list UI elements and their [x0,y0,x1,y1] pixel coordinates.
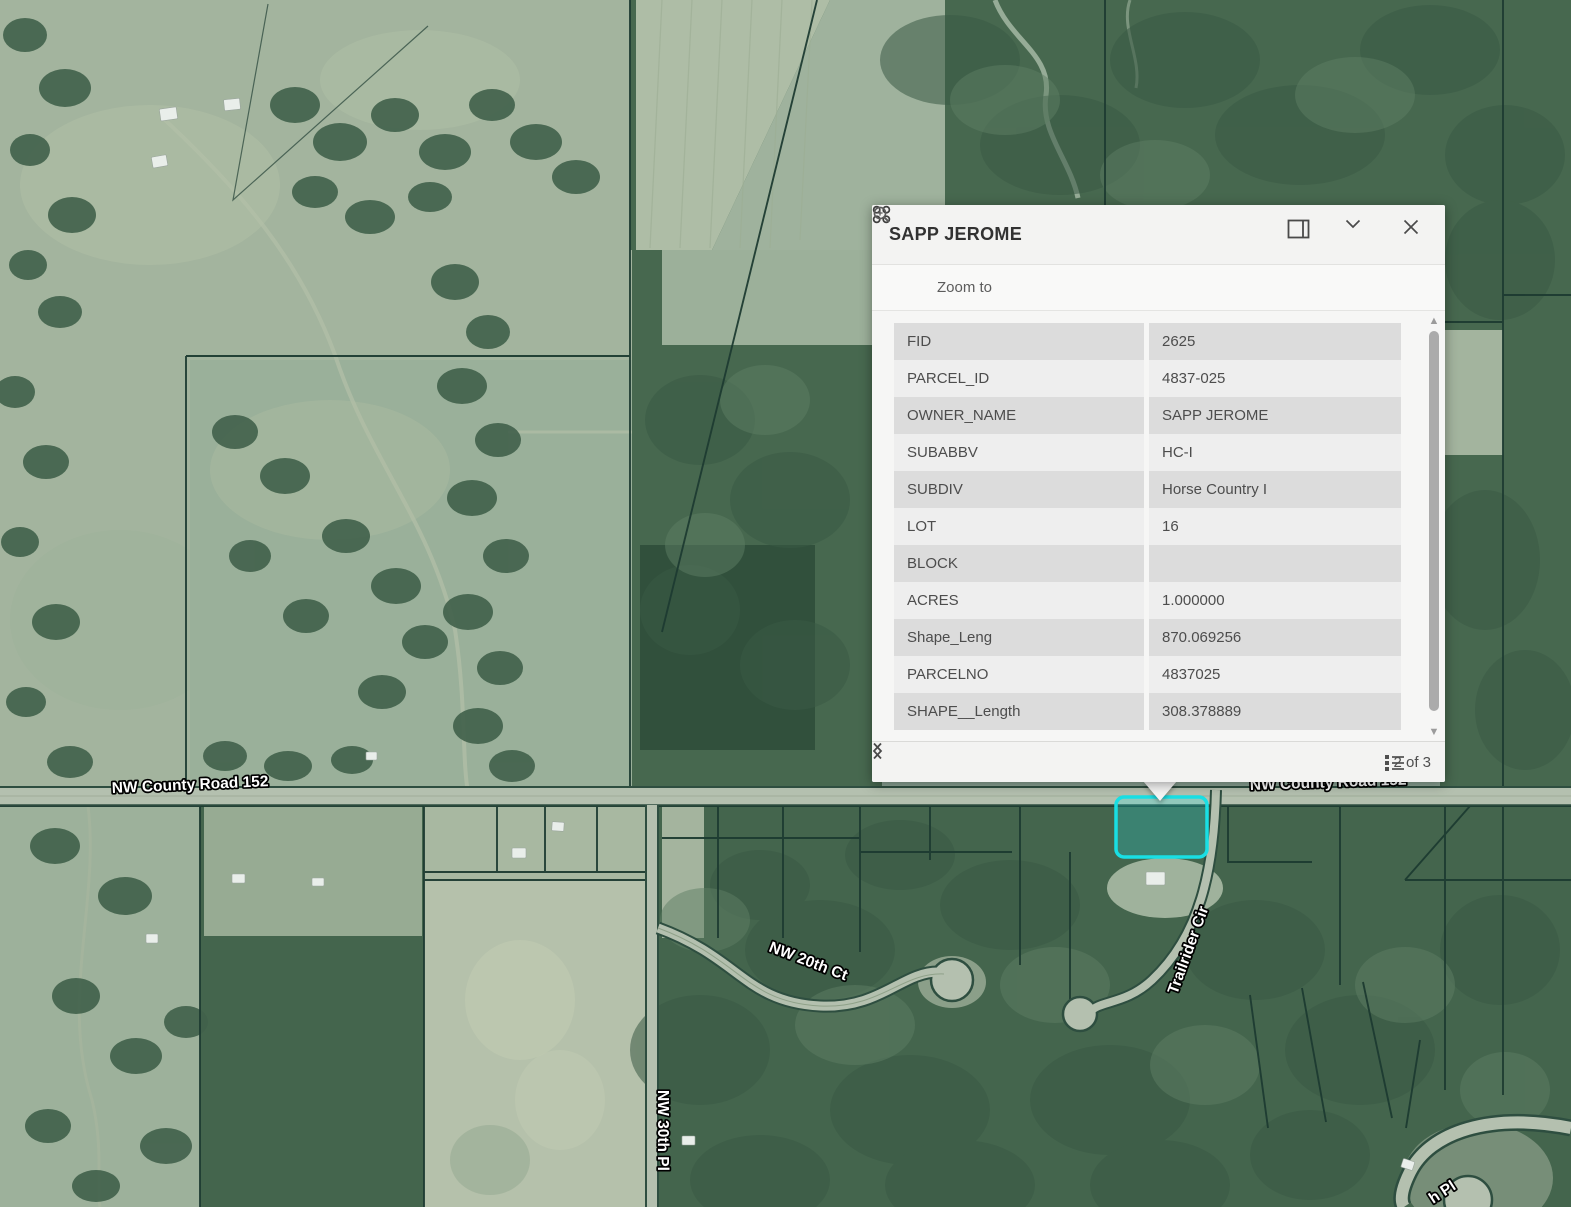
field-value: Horse Country I [1149,471,1401,508]
scrollbar-thumb[interactable] [1429,331,1439,711]
feature-menu-icon[interactable] [880,271,914,305]
table-row: Shape_Leng 870.069256 [894,619,1401,656]
field-label: ACRES [894,582,1144,619]
feature-popup: SAPP JEROME [872,205,1445,782]
field-value: 1.000000 [1149,582,1401,619]
map-viewport[interactable]: NW County Road 152 NW County Road 152 NW… [0,0,1571,1207]
field-value: 4837-025 [1149,360,1401,397]
popup-title: SAPP JEROME [889,224,1022,245]
field-label: LOT [894,508,1144,545]
zoom-to-label: Zoom to [937,279,992,296]
field-value: 2625 [1149,323,1401,360]
field-value [1149,545,1401,582]
table-row: BLOCK [894,545,1401,582]
scroll-up-icon[interactable]: ▲ [1427,315,1441,327]
field-label: FID [894,323,1144,360]
zoom-to-button[interactable]: Zoom to [922,271,998,305]
chevron-down-icon[interactable] [1345,219,1375,249]
popup-footer: 2 of 3 [872,741,1445,782]
popup-scrollbar: ▲ ▼ [1426,313,1442,740]
field-label: SUBABBV [894,434,1144,471]
field-label: PARCEL_ID [894,360,1144,397]
field-value: 870.069256 [1149,619,1401,656]
popup-callout-pointer [1143,781,1177,801]
field-value: 308.378889 [1149,693,1401,730]
scroll-down-icon[interactable]: ▼ [1427,726,1441,738]
popup-action-bar: Zoom to [872,265,1445,311]
field-value: HC-I [1149,434,1401,471]
table-row: SHAPE__Length 308.378889 [894,693,1401,730]
close-icon[interactable] [1403,219,1433,249]
next-feature-icon[interactable] [908,747,938,777]
field-label: BLOCK [894,545,1144,582]
field-label: SHAPE__Length [894,693,1144,730]
dock-icon[interactable] [1287,219,1317,249]
selected-parcel-highlight[interactable] [1116,797,1207,857]
attribute-table: FID 2625 PARCEL_ID 4837-025 OWNER_NAME S… [872,311,1445,741]
field-label: OWNER_NAME [894,397,1144,434]
field-value: 16 [1149,508,1401,545]
popup-header: SAPP JEROME [872,205,1445,265]
table-row: SUBABBV HC-I [894,434,1401,471]
table-row: LOT 16 [894,508,1401,545]
table-row: OWNER_NAME SAPP JEROME [894,397,1401,434]
field-value: SAPP JEROME [1149,397,1401,434]
table-row: SUBDIV Horse Country I [894,471,1401,508]
road-label-nw-30th-pl: NW 30th Pl [654,1090,671,1171]
feature-pagination: 2 of 3 [1384,754,1431,771]
field-label: SUBDIV [894,471,1144,508]
field-value: 4837025 [1149,656,1401,693]
table-row: ACRES 1.000000 [894,582,1401,619]
field-label: Shape_Leng [894,619,1144,656]
table-row: FID 2625 [894,323,1401,360]
table-row: PARCEL_ID 4837-025 [894,360,1401,397]
field-label: PARCELNO [894,656,1144,693]
table-row: PARCELNO 4837025 [894,656,1401,693]
